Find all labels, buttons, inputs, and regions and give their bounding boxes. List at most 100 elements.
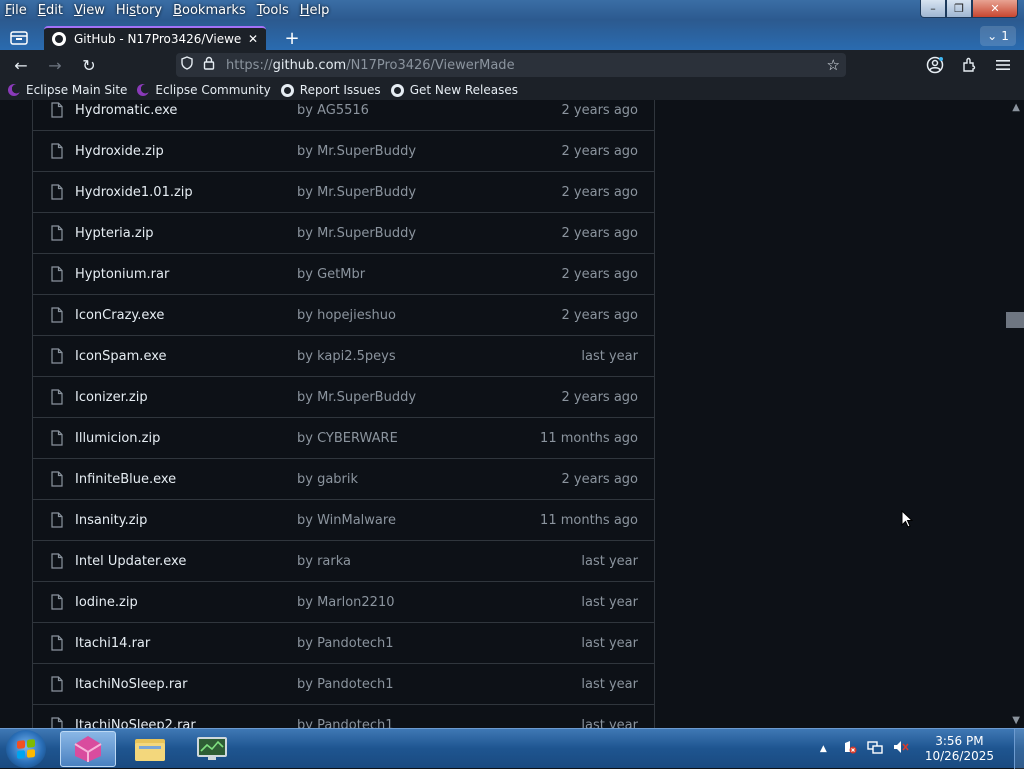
window-titlebar: File Edit View History Bookmarks Tools Help – … [0,0,1024,50]
extensions-icon[interactable] [958,55,980,75]
file-row: Itachi14.rar by Pandotech1 last year [33,623,654,664]
file-author[interactable]: by Pandotech1 [297,718,581,729]
maximize-button[interactable]: ❐ [946,0,972,18]
bookmark-star-icon[interactable]: ☆ [827,56,840,74]
file-date: 2 years ago [561,471,638,487]
network-icon[interactable] [867,740,883,758]
window-controls: – ❐ ✕ [920,0,1018,18]
tab-close-icon[interactable]: ✕ [248,32,258,46]
scroll-up-icon[interactable]: ▲ [1012,102,1020,113]
bookmarks-toolbar: Eclipse Main Site Eclipse Community Report… [0,80,1024,100]
file-author[interactable]: by hopejieshuo [297,308,562,323]
file-name-link[interactable]: IconSpam.exe [75,349,297,364]
volume-muted-icon[interactable] [893,740,909,758]
file-author[interactable]: by Mr.SuperBuddy [297,144,562,159]
menu-item-view[interactable]: View [69,3,111,18]
show-desktop-button[interactable] [1014,729,1024,769]
file-author[interactable]: by CYBERWARE [297,431,540,446]
menu-item-history[interactable]: History [111,3,168,18]
url-text[interactable]: https://github.com/N17Pro3426/ViewerMade [226,58,515,73]
file-row: Hyptonium.rar by GetMbr 2 years ago [33,254,654,295]
menu-item-file[interactable]: File [0,3,33,18]
file-name-link[interactable]: Insanity.zip [75,513,297,528]
file-icon [50,676,64,692]
file-author[interactable]: by kapi2.5peys [297,349,581,364]
page-content: Hydromatic.exe by AG5516 2 years ago Hydrox… [0,100,1024,728]
file-row: Insanity.zip by WinMalware 11 months ago [33,500,654,541]
file-name-link[interactable]: Hydroxide1.01.zip [75,185,297,200]
bookmark-item[interactable]: Get New Releases [390,83,518,97]
file-icon [50,430,64,446]
back-button[interactable]: ← [10,55,32,75]
file-row: ItachiNoSleep.rar by Pandotech1 last year [33,664,654,705]
start-button[interactable] [6,730,46,768]
tab-github[interactable]: GitHub - N17Pro3426/ViewerMa ✕ [44,26,266,50]
file-author[interactable]: by Mr.SuperBuddy [297,185,562,200]
forward-button[interactable]: → [44,55,66,75]
file-author[interactable]: by Mr.SuperBuddy [297,390,562,405]
file-name-link[interactable]: Itachi14.rar [75,636,297,651]
file-name-link[interactable]: Illumicion.zip [75,431,297,446]
file-author[interactable]: by rarka [297,554,581,569]
action-center-icon[interactable] [843,740,857,758]
bookmark-label: Eclipse Main Site [26,83,128,97]
file-name-link[interactable]: IconCrazy.exe [75,308,297,323]
file-author[interactable]: by AG5516 [297,103,562,118]
lock-icon[interactable] [198,56,220,74]
tab-count-button[interactable]: ⌄ 1 [980,26,1016,46]
file-author[interactable]: by Mr.SuperBuddy [297,226,562,241]
file-icon [50,348,64,364]
file-name-link[interactable]: Hypteria.zip [75,226,297,241]
taskbar: ▲ 3:56 PM 10/26/2025 [0,728,1024,769]
github-icon [52,32,66,46]
file-name-link[interactable]: Intel Updater.exe [75,554,297,569]
file-date: 2 years ago [561,143,638,159]
bookmark-item[interactable]: Eclipse Community [137,83,271,97]
account-icon[interactable] [924,55,946,75]
clock-time: 3:56 PM [935,734,984,748]
taskbar-browser-button[interactable] [60,731,116,767]
menu-item-help[interactable]: Help [295,3,336,18]
menu-item-edit[interactable]: Edit [33,3,69,18]
scroll-thumb[interactable] [1006,312,1024,328]
shield-icon[interactable] [176,56,198,74]
file-author[interactable]: by WinMalware [297,513,540,528]
close-window-button[interactable]: ✕ [972,0,1018,18]
file-icon [50,717,64,728]
file-icon [50,184,64,200]
file-author[interactable]: by gabrik [297,472,562,487]
taskbar-monitor-button[interactable] [184,731,240,767]
file-author[interactable]: by Pandotech1 [297,636,581,651]
file-name-link[interactable]: Iconizer.zip [75,390,297,405]
file-date: 2 years ago [561,266,638,282]
bookmark-item[interactable]: Eclipse Main Site [8,83,127,97]
file-name-link[interactable]: Iodine.zip [75,595,297,610]
file-name-link[interactable]: InfiniteBlue.exe [75,472,297,487]
new-tab-button[interactable]: + [282,28,302,49]
bookmark-item[interactable]: Report Issues [280,83,381,97]
menu-hamburger-icon[interactable] [992,55,1014,75]
reload-button[interactable]: ↻ [78,55,100,75]
taskbar-explorer-button[interactable] [122,731,178,767]
tray-expand-icon[interactable]: ▲ [820,744,827,754]
minimize-button[interactable]: – [920,0,946,18]
file-author[interactable]: by GetMbr [297,267,562,282]
file-row: Illumicion.zip by CYBERWARE 11 months ago [33,418,654,459]
tab-list-icon[interactable] [8,27,30,49]
scroll-down-icon[interactable]: ▼ [1012,715,1020,726]
file-name-link[interactable]: Hydroxide.zip [75,144,297,159]
menu-item-bookmarks[interactable]: Bookmarks [168,3,252,18]
file-author[interactable]: by Pandotech1 [297,677,581,692]
url-bar[interactable]: https://github.com/N17Pro3426/ViewerMade… [176,53,846,77]
file-icon [50,471,64,487]
file-row: IconSpam.exe by kapi2.5peys last year [33,336,654,377]
menu-item-tools[interactable]: Tools [252,3,295,18]
file-name-link[interactable]: Hyptonium.rar [75,267,297,282]
vertical-scrollbar[interactable]: ▲ ▼ [1006,100,1024,728]
file-name-link[interactable]: ItachiNoSleep.rar [75,677,297,692]
file-name-link[interactable]: Hydromatic.exe [75,103,297,118]
system-clock[interactable]: 3:56 PM 10/26/2025 [925,734,994,764]
file-author[interactable]: by Marlon2210 [297,595,581,610]
file-row: Intel Updater.exe by rarka last year [33,541,654,582]
file-name-link[interactable]: ItachiNoSleep2.rar [75,718,297,729]
